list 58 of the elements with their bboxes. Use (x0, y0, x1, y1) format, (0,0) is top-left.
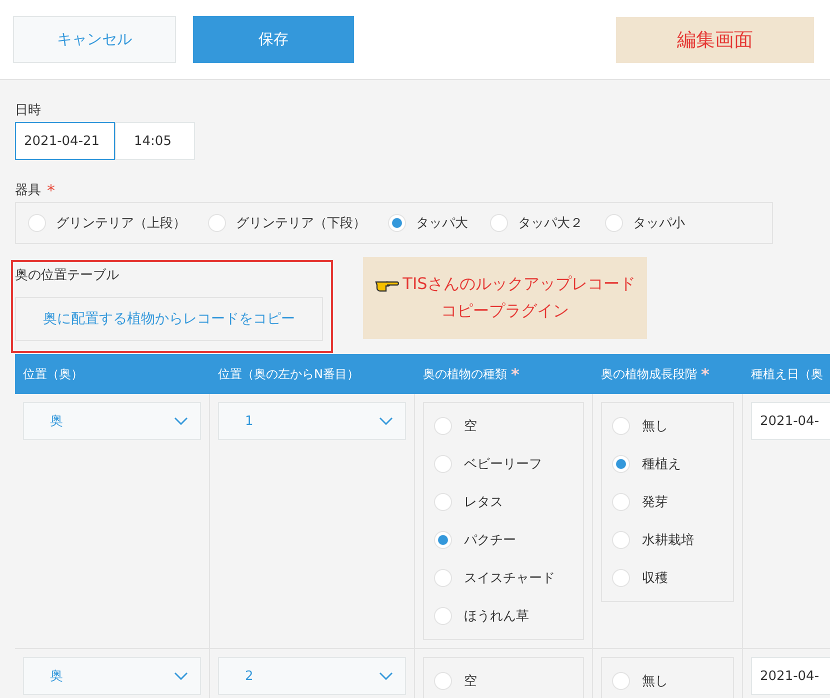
radio-icon (605, 214, 623, 232)
radio-option[interactable]: ほうれん草 (434, 597, 573, 635)
radio-icon (434, 607, 452, 625)
radio-option[interactable]: グリンテリア（上段） (28, 214, 186, 232)
column-header: 種植え日（奥 (751, 366, 823, 382)
radio-icon (434, 493, 452, 511)
radio-option[interactable]: パクチー (434, 521, 573, 559)
radio-option[interactable]: 水耕栽培 (612, 521, 723, 559)
radio-option[interactable]: 空 (434, 407, 573, 445)
radio-icon (28, 214, 46, 232)
required-mark: * (47, 180, 55, 200)
radio-icon (434, 531, 452, 549)
radio-option[interactable]: ベビーリーフ (434, 445, 573, 483)
radio-icon (434, 672, 452, 690)
radio-option[interactable]: グリンテリア（下段） (208, 214, 366, 232)
radio-option[interactable]: 収穫 (612, 559, 723, 597)
radio-option[interactable]: 無し (612, 662, 723, 698)
radio-icon (490, 214, 508, 232)
radio-icon (612, 493, 630, 511)
radio-option[interactable]: タッパ大 (388, 214, 468, 232)
column-header: 奥の植物成長段階 (601, 366, 697, 382)
screen-tag: 編集画面 (616, 16, 814, 62)
radio-option[interactable]: タッパ小 (605, 214, 685, 232)
time-input[interactable]: 14:05 (115, 122, 195, 160)
radio-option[interactable]: 空 (434, 662, 573, 698)
radio-option[interactable]: タッパ大２ (490, 214, 583, 232)
radio-icon (612, 531, 630, 549)
radio-icon (434, 417, 452, 435)
radio-option[interactable]: 発芽 (612, 483, 723, 521)
radio-option[interactable]: レタス (434, 483, 573, 521)
date-input[interactable]: 2021-04- (751, 402, 830, 440)
required-mark: * (511, 364, 520, 384)
radio-option[interactable]: 種植え (612, 445, 723, 483)
date-input[interactable]: 2021-04- (751, 657, 830, 695)
radio-option[interactable]: スイスチャード (434, 559, 573, 597)
radio-icon (434, 569, 452, 587)
required-mark: * (701, 364, 710, 384)
chevron-down-icon (174, 417, 188, 425)
chevron-down-icon (379, 417, 393, 425)
field-label: 器具 (15, 182, 41, 199)
column-header: 位置（奥の左からN番目） (218, 366, 359, 382)
radio-icon (612, 569, 630, 587)
radio-icon (434, 455, 452, 473)
field-label: 日時 (15, 102, 41, 119)
table-label: 奥の位置テーブル (15, 267, 119, 284)
radio-icon (612, 672, 630, 690)
column-header: 位置（奥） (23, 366, 83, 382)
radio-icon (208, 214, 226, 232)
annotation-text: コピープラグイン (441, 301, 569, 322)
radio-icon (612, 417, 630, 435)
date-input[interactable]: 2021-04-21 (15, 122, 115, 160)
chevron-down-icon (379, 672, 393, 680)
column-header: 奥の植物の種類 (423, 366, 507, 382)
chevron-down-icon (174, 672, 188, 680)
annotation-text: TISさんのルックアップレコード (402, 274, 636, 295)
radio-icon (612, 455, 630, 473)
radio-option[interactable]: 無し (612, 407, 723, 445)
radio-icon (388, 214, 406, 232)
